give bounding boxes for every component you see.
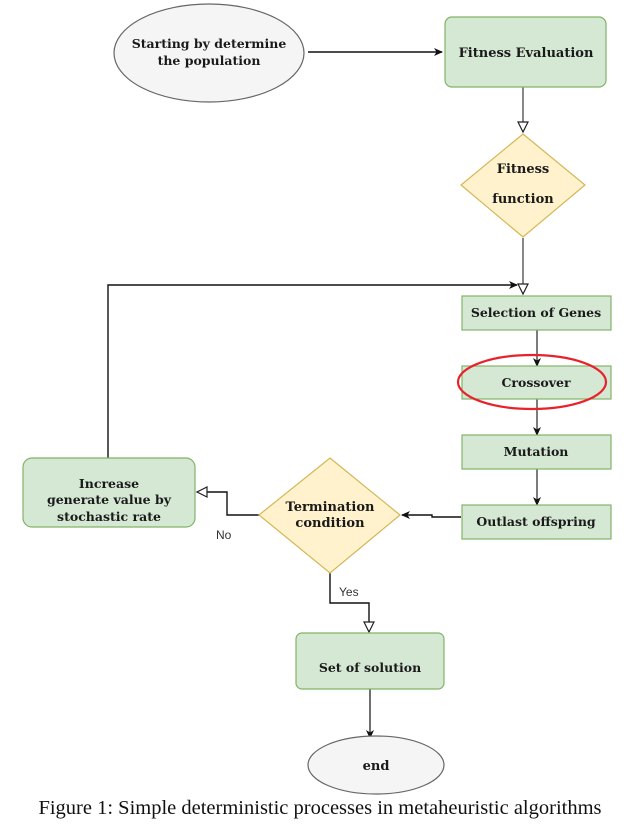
node-termination-condition: Termination condition [258, 457, 401, 574]
node-set-of-solution: Set of solution [295, 632, 445, 690]
figure-caption: Figure 1: Simple deterministic processes… [38, 797, 602, 819]
edge-outlast-to-termination [401, 511, 461, 519]
node-end: end [307, 735, 445, 795]
node-termination-line-2: condition [295, 516, 365, 531]
node-crossover: Crossover [461, 365, 612, 400]
node-termination-line-1: Termination [286, 500, 375, 515]
node-solution-label: Set of solution [319, 660, 421, 675]
node-mutation-label: Mutation [504, 444, 569, 459]
node-end-label: end [363, 759, 390, 774]
node-start: Starting by determine the population [113, 3, 305, 103]
node-fitness-evaluation-label: Fitness Evaluation [459, 46, 594, 61]
node-start-line-1: Starting by determine [132, 36, 287, 51]
node-fitness-function-line-1: Fitness [497, 162, 550, 177]
node-increase-line-2: generate value by [47, 492, 172, 507]
edge-termination-no [195, 486, 259, 516]
node-selection-of-genes: Selection of Genes [461, 295, 612, 331]
node-start-line-2: the population [158, 53, 261, 68]
node-fitness-function: Fitness function [460, 133, 586, 238]
node-mutation: Mutation [461, 434, 612, 470]
node-increase-line-3: stochastic rate [57, 509, 161, 524]
yes-label: Yes [339, 585, 359, 599]
node-fitness-function-line-2: function [492, 192, 554, 207]
edge-termination-yes [329, 573, 375, 634]
node-crossover-label: Crossover [501, 375, 571, 390]
node-increase-generate-value: Increase generate value by stochastic ra… [22, 457, 196, 528]
node-outlast-offspring: Outlast offspring [461, 504, 612, 540]
edge-increase-to-selection [107, 281, 518, 458]
node-increase-line-1: Increase [79, 476, 139, 491]
flowchart: No Yes Starting by determine the populat… [0, 0, 640, 823]
node-fitness-evaluation: Fitness Evaluation [444, 16, 607, 88]
no-label: No [216, 528, 232, 542]
node-selection-label: Selection of Genes [471, 305, 601, 320]
node-outlast-label: Outlast offspring [476, 514, 596, 529]
